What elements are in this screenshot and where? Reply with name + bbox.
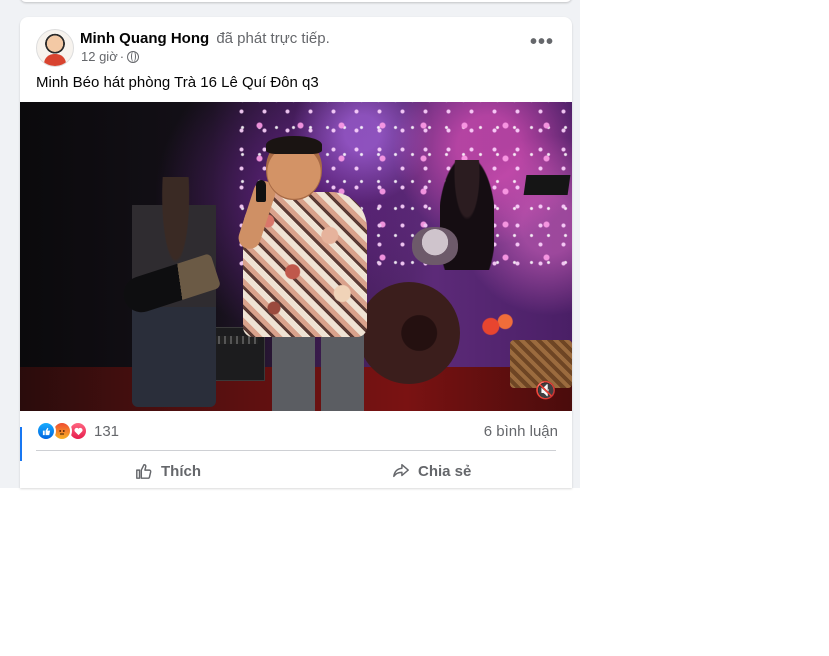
- post-meta: 12 giờ ·: [81, 49, 140, 64]
- flowers: [480, 312, 516, 336]
- share-arrow-icon: [391, 461, 411, 481]
- music-stand: [523, 175, 571, 195]
- author-name-link[interactable]: Minh Quang Hong: [80, 30, 209, 47]
- more-options-button[interactable]: •••: [527, 32, 557, 57]
- like-button-label: Thích: [161, 462, 201, 480]
- singer-hair: [266, 136, 322, 154]
- post-card: Minh Quang Hong đã phát trực tiếp. 12 gi…: [20, 17, 572, 488]
- live-video-player[interactable]: 🔇: [20, 102, 572, 411]
- previous-post-card: [20, 0, 572, 2]
- post-timestamp[interactable]: 12 giờ: [81, 49, 118, 64]
- like-reaction-icon: [36, 421, 56, 441]
- globe-icon[interactable]: [127, 50, 140, 63]
- author-action-text: đã phát trực tiếp.: [216, 30, 330, 47]
- singer-legs: [272, 334, 364, 411]
- speaker-muted-icon[interactable]: 🔇: [535, 380, 557, 402]
- author-avatar[interactable]: [36, 29, 74, 67]
- action-divider: [36, 450, 556, 451]
- like-button[interactable]: Thích: [134, 458, 201, 484]
- reaction-summary[interactable]: 131: [36, 421, 119, 441]
- thumbs-up-icon: [134, 461, 154, 481]
- author-line: Minh Quang Hong đã phát trực tiếp.: [80, 30, 330, 47]
- microphone: [256, 180, 266, 202]
- share-button[interactable]: Chia sẻ: [391, 458, 471, 484]
- avatar-image: [44, 54, 66, 66]
- post-text: Minh Béo hát phòng Trà 16 Lê Quí Đôn q3: [36, 74, 319, 91]
- meta-separator: ·: [119, 49, 125, 64]
- comment-count-link[interactable]: 6 bình luận: [484, 423, 558, 440]
- bass-drum: [358, 282, 460, 384]
- drum-tom: [412, 227, 458, 265]
- reaction-count: 131: [94, 422, 120, 440]
- share-button-label: Chia sẻ: [418, 462, 472, 480]
- focus-indicator: [20, 427, 22, 461]
